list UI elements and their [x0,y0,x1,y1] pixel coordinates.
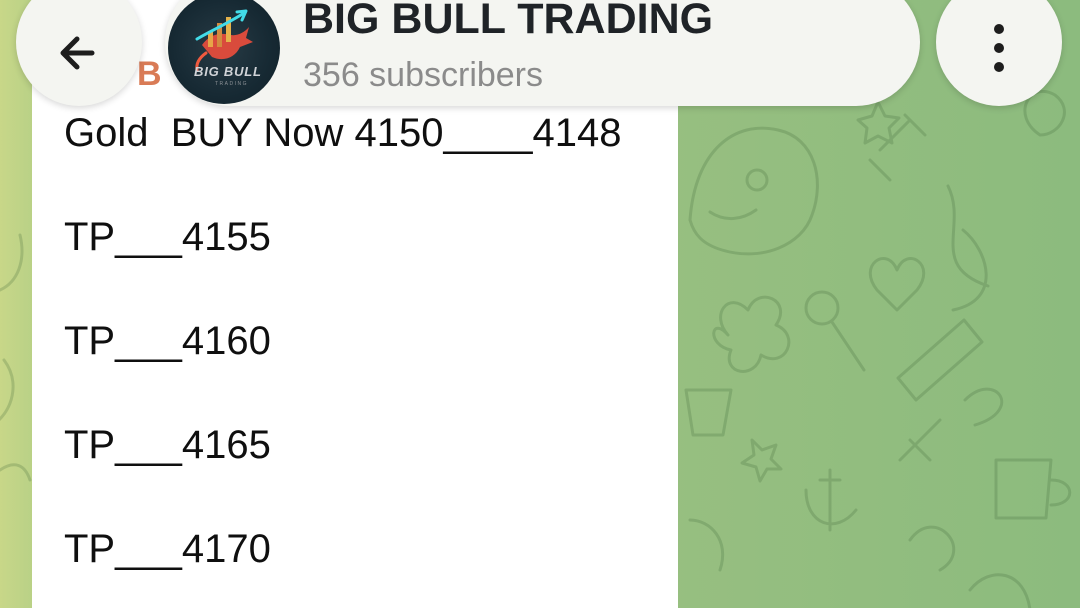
channel-avatar[interactable]: BIG BULL TRADING [168,0,280,104]
message-line-tp2: TP___4160 [64,319,271,363]
bull-logo-icon [195,9,253,72]
chat-screen: B Gold BUY Now 4150____4148 TP___4155 TP… [0,0,1080,608]
message-line-tp3: TP___4165 [64,423,271,467]
message-line-tp1: TP___4155 [64,215,271,259]
avatar-logo-subtext: TRADING [215,81,248,87]
subscriber-count[interactable]: 356 subscribers [303,56,543,95]
avatar-logo-text: BIG BULL [194,64,262,79]
back-arrow-icon [60,36,95,70]
message-line-entry: Gold BUY Now 4150____4148 [64,111,622,155]
channel-title[interactable]: BIG BULL TRADING [303,0,713,44]
message-sender-name[interactable]: B [137,55,163,94]
message-line-tp4: TP___4170 [64,527,271,571]
more-vertical-icon [994,24,1004,72]
